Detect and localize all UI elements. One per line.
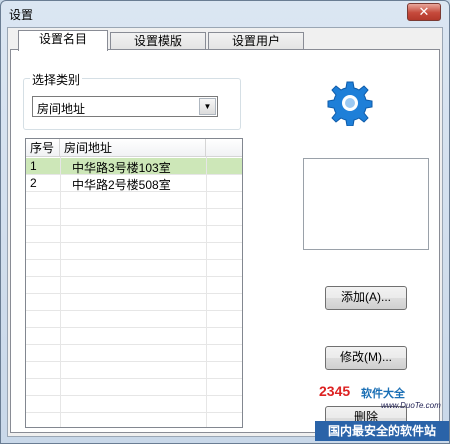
category-select[interactable]: 房间地址 ▼ [32,96,218,117]
grid-line [26,327,242,328]
table-row[interactable]: 2 中华路2号楼508室 [26,175,242,192]
tab-strip: 设置名目 设置模版 设置用户 [10,30,440,51]
grid-line [26,310,242,311]
column-header-index[interactable]: 序号 [26,139,60,157]
grid-line [26,259,242,260]
category-groupbox: 选择类别 房间地址 ▼ [23,71,241,130]
watermark-logo: 2345 [319,383,351,399]
grid-line [26,225,242,226]
row-index: 1 [30,159,37,173]
grid-line [26,208,242,209]
grid-line [26,174,242,175]
tab-set-users[interactable]: 设置用户 [208,32,304,50]
grid-line [26,361,242,362]
settings-window: 设置 ✕ 设置名目 设置模版 设置用户 选择类别 房间地址 ▼ 序号 房间地址 … [0,0,450,444]
grid-line [26,276,242,277]
modify-button[interactable]: 修改(M)... [325,346,407,370]
tab-set-items[interactable]: 设置名目 [18,30,108,51]
column-header-address[interactable]: 房间地址 [60,139,206,157]
tab-panel-set-items: 选择类别 房间地址 ▼ 序号 房间地址 1 中华路3号楼103室 2 中华路2号… [10,49,440,433]
close-button[interactable]: ✕ [407,3,441,21]
grid-line [60,157,61,427]
grid-line [206,157,207,427]
watermark-url: www.DuoTe.com [381,401,441,410]
site-watermark: 2345 软件大全 www.DuoTe.com 国内最安全的软件站 [315,379,449,443]
watermark-banner: 国内最安全的软件站 [315,421,449,441]
grid-line [26,378,242,379]
grid-line [26,242,242,243]
add-button[interactable]: 添加(A)... [325,286,407,310]
tab-set-template[interactable]: 设置模版 [110,32,206,50]
watermark-site-name: 软件大全 [361,388,405,400]
grid-line [26,395,242,396]
address-listview[interactable]: 序号 房间地址 1 中华路3号楼103室 2 中华路2号楼508室 [25,138,243,428]
preview-box [303,158,429,250]
client-area: 设置名目 设置模版 设置用户 选择类别 房间地址 ▼ 序号 房间地址 1 中华路… [7,27,443,437]
title-bar[interactable]: 设置 ✕ [1,1,449,25]
chevron-down-icon[interactable]: ▼ [199,98,216,115]
grid-line [26,293,242,294]
gear-icon [327,81,373,126]
category-group-label: 选择类别 [30,71,83,88]
grid-line [26,412,242,413]
grid-line [26,344,242,345]
category-select-value: 房间地址 [37,102,86,116]
window-title: 设置 [9,8,34,22]
grid-line [26,191,242,192]
row-index: 2 [30,176,37,190]
table-row[interactable]: 1 中华路3号楼103室 [26,158,242,175]
list-header: 序号 房间地址 [26,139,242,157]
